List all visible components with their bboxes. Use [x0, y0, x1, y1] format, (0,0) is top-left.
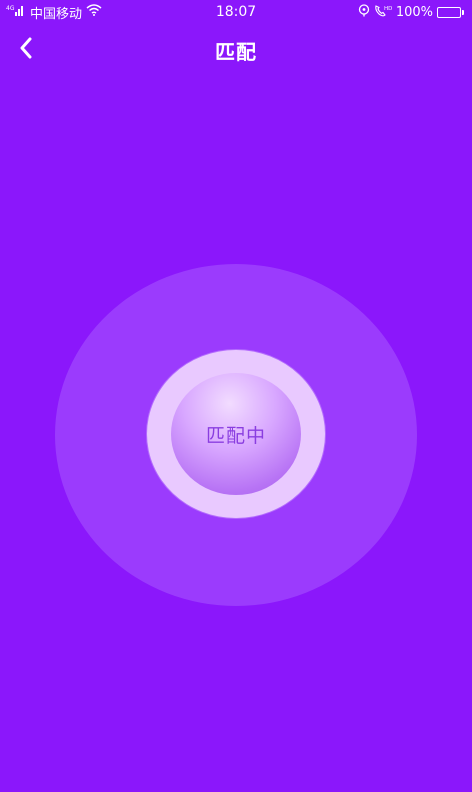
hd-call-icon: HD: [374, 4, 392, 21]
chevron-left-icon: [19, 37, 33, 63]
battery-percent: 100%: [395, 4, 433, 20]
svg-text:4G: 4G: [6, 5, 15, 12]
matching-status-label: 匹配中: [205, 424, 266, 447]
page-title: 匹配: [215, 39, 257, 64]
status-right: HD 100%: [358, 3, 472, 21]
wifi-icon: [86, 4, 102, 20]
app-header: 匹配: [0, 24, 472, 76]
svg-text:HD: HD: [384, 6, 392, 12]
status-bar: 4G 中国移动 18:07 HD 100%: [0, 0, 472, 24]
battery-icon: [437, 6, 464, 18]
back-button[interactable]: [8, 32, 44, 68]
carrier-name: 中国移动: [30, 6, 83, 22]
matching-button[interactable]: 匹配中: [171, 373, 301, 495]
location-icon: [358, 3, 370, 21]
signal-icon: 4G: [6, 4, 26, 20]
status-left: 4G 中国移动: [0, 3, 102, 22]
